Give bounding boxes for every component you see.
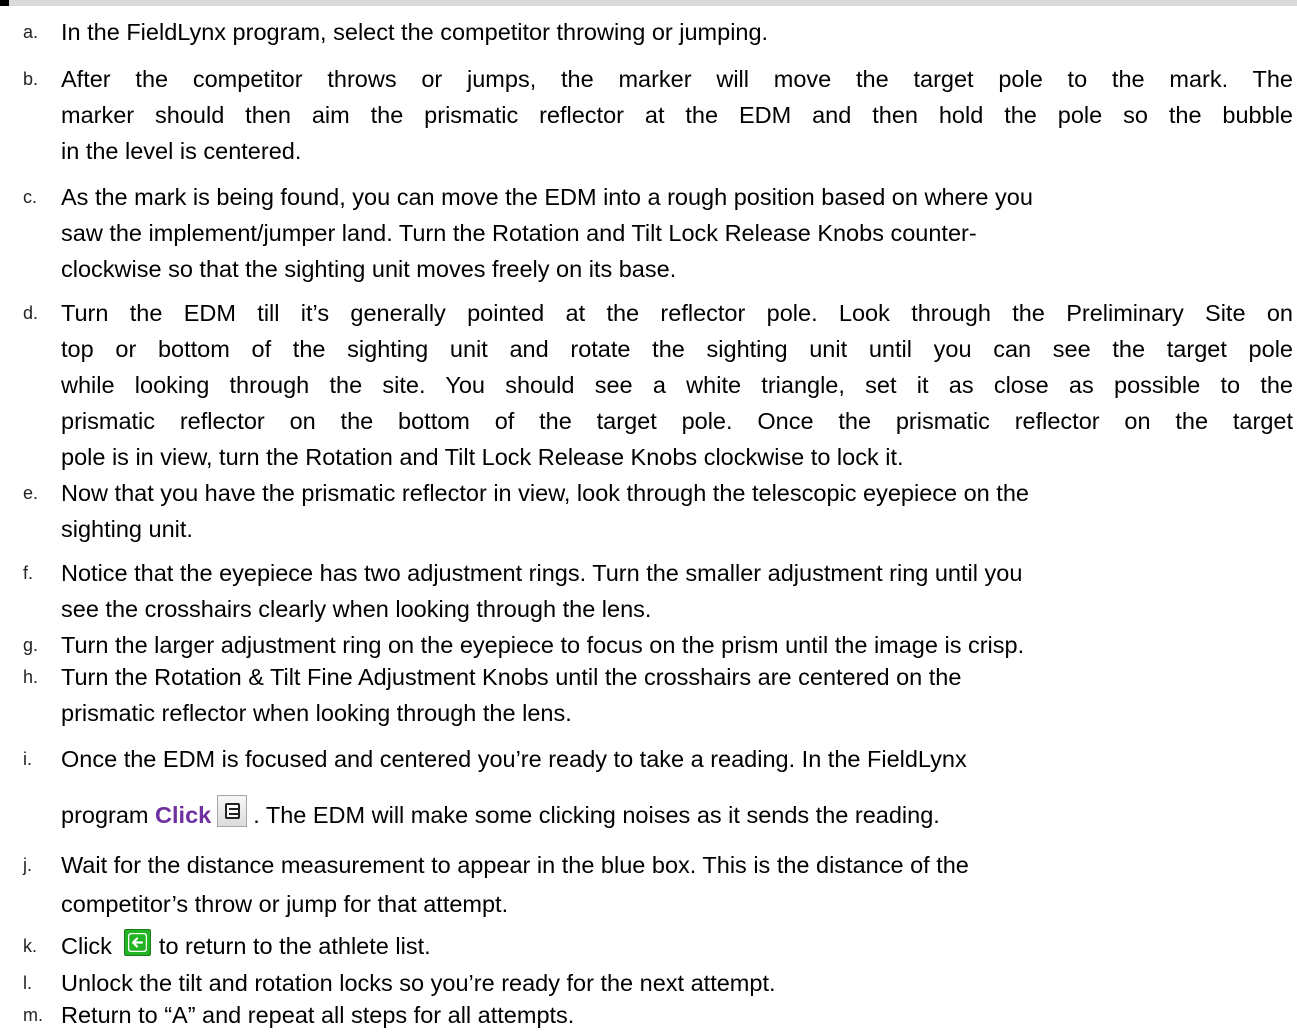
step-line: Now that you have the prismatic reflecto… — [61, 480, 1029, 506]
edm-read-icon-line — [229, 813, 239, 815]
step-line: prismatic reflector when looking through… — [61, 700, 572, 726]
back-arrow-glyph — [127, 933, 147, 952]
step-line: Click to return to the athlete list. — [61, 928, 1297, 964]
step-text-fragment: to return to the athlete list. — [158, 933, 431, 959]
step-line: competitor’s throw or jump for that atte… — [61, 891, 509, 917]
step-line: After the competitor throws or jumps, th… — [61, 66, 1293, 92]
edm-read-icon-line — [229, 808, 239, 810]
step-line: Notice that the eyepiece has two adjustm… — [61, 560, 1023, 586]
step-marker: c. — [23, 187, 38, 207]
section-header-bar — [0, 0, 1297, 6]
step-text: In the FieldLynx program, select the com… — [61, 14, 1297, 50]
step-text: Turn the larger adjustment ring on the e… — [61, 627, 1297, 663]
step-line: clockwise so that the sighting unit move… — [61, 256, 677, 282]
step-text-fragment: program — [61, 802, 156, 828]
step-text: Return to “A” and repeat all steps for a… — [61, 997, 1297, 1033]
step-marker: a. — [23, 22, 39, 42]
step-line: prismatic reflector on the bottom of the… — [61, 408, 1293, 434]
click-keyword: Click — [155, 802, 212, 828]
step-line: marker should then aim the prismatic ref… — [61, 102, 1293, 128]
step-line: while looking through the site. You shou… — [61, 372, 1293, 398]
edm-read-icon[interactable] — [217, 795, 248, 827]
step-marker: h. — [23, 667, 39, 687]
step-text: Once the EDM is focused and centered you… — [61, 741, 1297, 833]
step-text: As the mark is being found, you can move… — [61, 179, 1297, 287]
step-line: Wait for the distance measurement to app… — [61, 852, 969, 878]
step-marker: d. — [23, 303, 39, 323]
step-line: program Click . The EDM will make some cl… — [61, 795, 1297, 833]
step-text: After the competitor throws or jumps, th… — [61, 61, 1297, 169]
step-line: in the level is centered. — [61, 138, 302, 164]
step-marker: g. — [23, 635, 39, 655]
step-line: Turn the larger adjustment ring on the e… — [61, 632, 1025, 658]
step-text: Wait for the distance measurement to app… — [61, 847, 1297, 922]
step-marker: l. — [23, 973, 32, 993]
step-line: pole is in view, turn the Rotation and T… — [61, 444, 904, 470]
step-line: top or bottom of the sighting unit and r… — [61, 336, 1293, 362]
step-marker: f. — [23, 563, 34, 583]
edm-read-icon-glyph — [225, 803, 241, 819]
step-line: sighting unit. — [61, 516, 193, 542]
step-line: see the crosshairs clearly when looking … — [61, 596, 652, 622]
step-text-fragment: Click — [61, 933, 112, 959]
step-line: Once the EDM is focused and centered you… — [61, 746, 967, 772]
step-line: Unlock the tilt and rotation locks so yo… — [61, 970, 776, 996]
step-line: Return to “A” and repeat all steps for a… — [61, 1002, 575, 1028]
back-arrow-icon[interactable] — [123, 929, 151, 956]
step-marker: j. — [23, 855, 32, 875]
step-marker: e. — [23, 483, 39, 503]
step-text-fragment: . The EDM will make some clicking noises… — [253, 802, 940, 828]
step-text: Turn the Rotation & Tilt Fine Adjustment… — [61, 659, 1297, 731]
header-bar-mark — [0, 0, 9, 6]
step-line: Turn the Rotation & Tilt Fine Adjustment… — [61, 664, 962, 690]
step-marker: k. — [23, 936, 38, 956]
step-marker: i. — [23, 749, 32, 769]
step-line: In the FieldLynx program, select the com… — [61, 19, 769, 45]
step-text: Now that you have the prismatic reflecto… — [61, 475, 1297, 547]
step-line: saw the implement/jumper land. Turn the … — [61, 220, 977, 246]
step-text: Unlock the tilt and rotation locks so yo… — [61, 965, 1297, 1001]
step-text: Notice that the eyepiece has two adjustm… — [61, 555, 1297, 627]
step-line: As the mark is being found, you can move… — [61, 184, 1033, 210]
step-line: Turn the EDM till it’s generally pointed… — [61, 300, 1293, 326]
step-marker: b. — [23, 69, 39, 89]
step-marker: m. — [23, 1005, 43, 1025]
step-text: Turn the EDM till it’s generally pointed… — [61, 295, 1297, 475]
step-text: Click to return to the athlete list. — [61, 928, 1297, 964]
